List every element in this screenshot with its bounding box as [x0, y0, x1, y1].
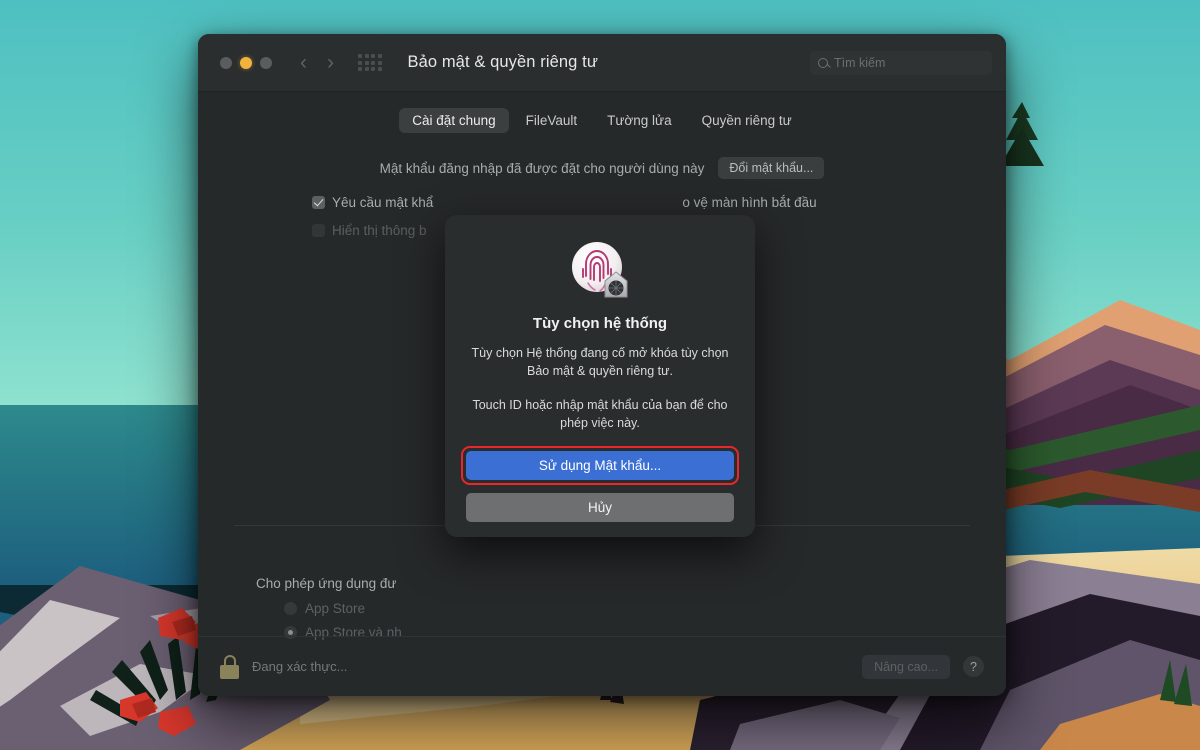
touch-id-fingerprint-icon — [569, 239, 631, 301]
allow-apps-label: Cho phép ứng dụng đư — [256, 576, 397, 591]
traffic-lights — [220, 56, 272, 69]
navigation-arrows: ‹ › — [300, 52, 334, 73]
back-arrow-icon[interactable]: ‹ — [300, 52, 307, 73]
minimize-window-button[interactable] — [240, 56, 252, 69]
help-button[interactable]: ? — [963, 656, 984, 677]
change-password-button[interactable]: Đổi mật khẩu... — [718, 157, 825, 179]
lock-closed-icon[interactable] — [220, 654, 239, 679]
bottom-bar-actions: Nâng cao... ? — [862, 654, 984, 679]
dialog-title: Tùy chọn hệ thống — [532, 315, 668, 332]
radio-app-store-button[interactable] — [284, 602, 297, 615]
use-password-button[interactable]: Sử dụng Mật khẩu... — [466, 450, 734, 480]
page-title: Bảo mật & quyền riêng tư — [407, 53, 598, 71]
tab-general[interactable]: Cài đặt chung — [399, 108, 509, 133]
window-bottom-bar: Đang xác thực... Nâng cao... ? — [198, 636, 1006, 696]
authentication-dialog: Tùy chọn hệ thống Tùy chọn Hệ thống đang… — [445, 215, 755, 537]
require-password-label: Yêu cầu mật khẩ — [332, 195, 434, 210]
forward-arrow-icon[interactable]: › — [327, 52, 334, 73]
show-all-grid-icon[interactable] — [358, 54, 382, 71]
tab-privacy[interactable]: Quyền riêng tư — [689, 108, 805, 133]
dialog-body-primary: Tùy chọn Hệ thống đang cố mở khóa tùy ch… — [471, 346, 729, 379]
advanced-button[interactable]: Nâng cao... — [862, 654, 950, 679]
radio-app-store[interactable]: App Store — [284, 601, 402, 616]
search-field[interactable]: Tìm kiếm — [810, 50, 992, 75]
cancel-button[interactable]: Hủy — [466, 492, 734, 522]
primary-button-wrapper: Sử dụng Mật khẩu... — [461, 445, 739, 485]
require-password-row[interactable]: Yêu cầu mật khẩ o vệ màn hình bắt đầu — [226, 195, 978, 210]
maximize-window-button[interactable] — [260, 56, 272, 69]
radio-app-store-label: App Store — [305, 601, 366, 616]
show-message-label: Hiển thị thông b — [332, 222, 427, 238]
tab-bar: Cài đặt chung FileVault Tường lửa Quyền … — [198, 92, 1006, 143]
allow-apps-row: Cho phép ứng dụng đư — [198, 575, 1006, 593]
auth-status-text: Đang xác thực... — [252, 659, 348, 674]
login-password-row: Mật khẩu đăng nhập đã được đặt cho người… — [226, 157, 978, 179]
dialog-body-secondary: Touch ID hoặc nhập mật khẩu của bạn để c… — [472, 398, 728, 431]
close-window-button[interactable] — [220, 56, 232, 69]
login-password-label: Mật khẩu đăng nhập đã được đặt cho người… — [379, 160, 705, 176]
tab-filevault[interactable]: FileVault — [513, 108, 591, 133]
search-placeholder: Tìm kiếm — [834, 55, 886, 70]
show-message-checkbox[interactable] — [312, 223, 325, 237]
window-titlebar: ‹ › Bảo mật & quyền riêng tư Tìm kiếm — [198, 34, 1006, 92]
require-password-checkbox[interactable] — [312, 196, 325, 209]
search-icon — [818, 57, 828, 68]
tab-firewall[interactable]: Tường lửa — [594, 108, 684, 133]
require-password-label-tail: o vệ màn hình bắt đầu — [682, 195, 817, 210]
